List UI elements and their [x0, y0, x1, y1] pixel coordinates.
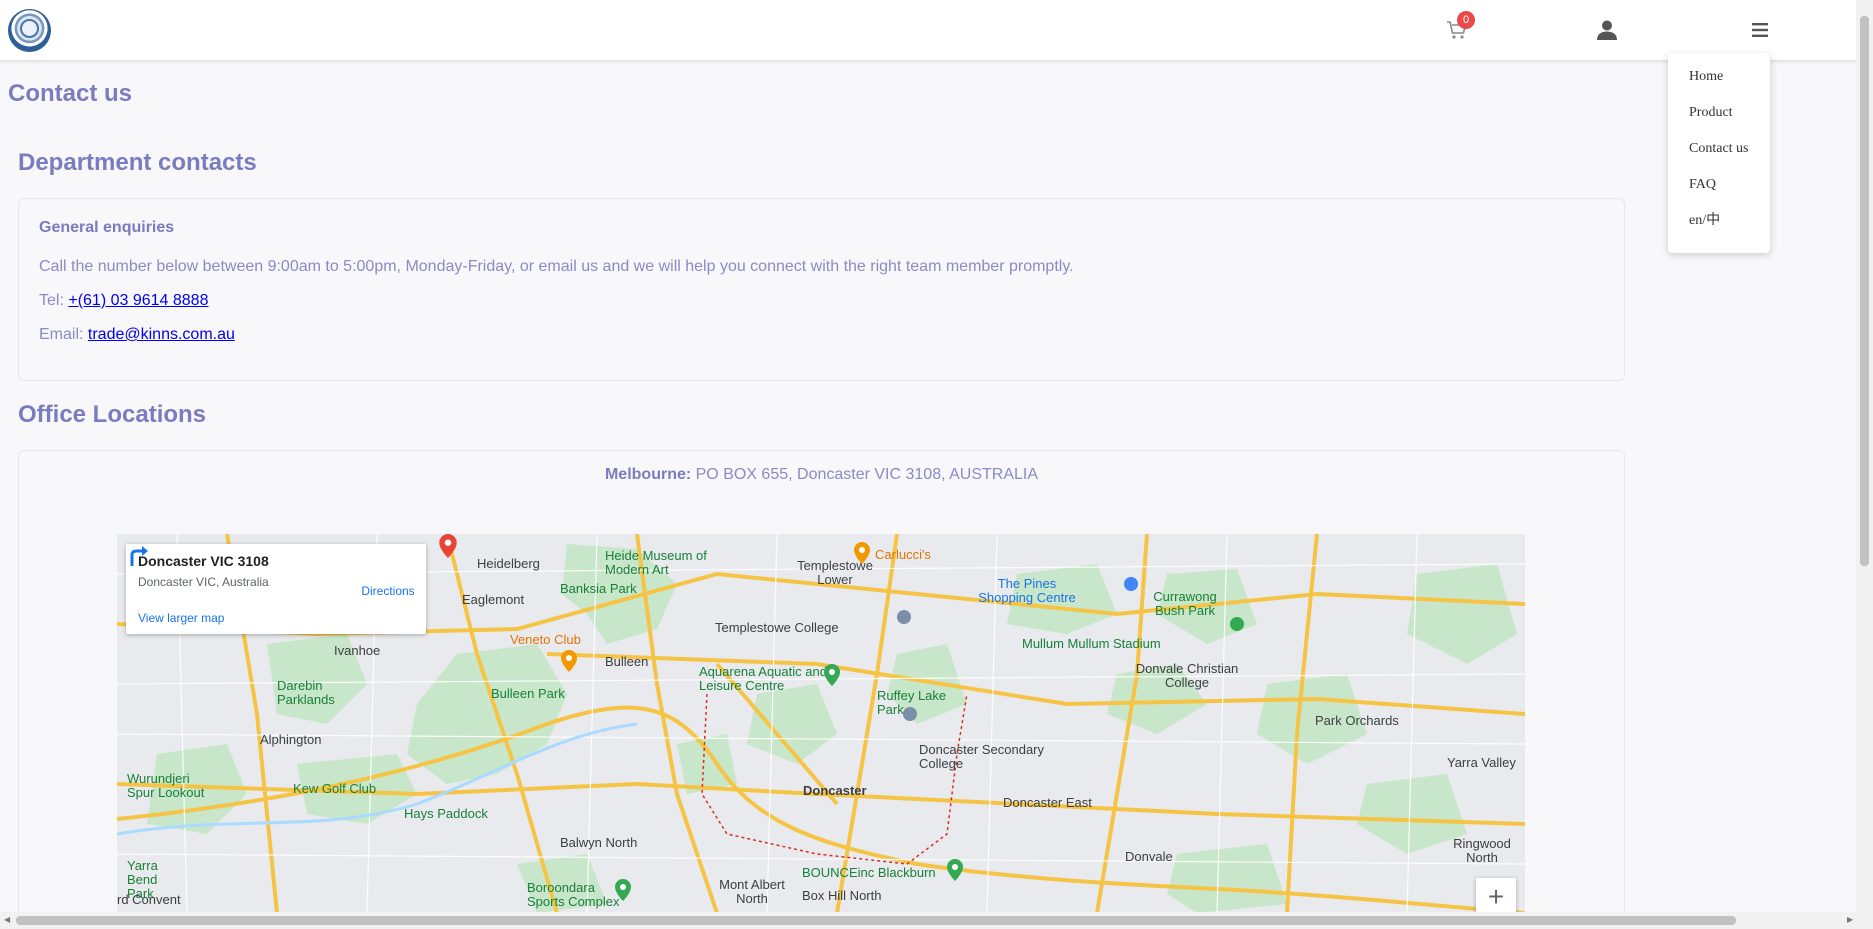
map-label-templestowe-college: Templestowe College — [715, 620, 839, 635]
map-label-donvale-christian: Donvale Christian College — [1135, 661, 1239, 690]
map-info-window: Doncaster VIC 3108 Doncaster VIC, Austra… — [126, 544, 426, 634]
map-zoom-in-button[interactable]: + — [1476, 878, 1516, 913]
map-label-hays-paddock: Hays Paddock — [404, 806, 488, 821]
map-label-bounce: BOUNCEinc Blackburn — [802, 865, 936, 880]
menu-item-faq[interactable]: FAQ — [1668, 177, 1770, 213]
map-label-balwyn-north: Balwyn North — [560, 835, 638, 850]
map-label-heidelberg: Heidelberg — [477, 556, 540, 571]
office-locations-title: Office Locations — [18, 401, 207, 428]
user-account-icon[interactable] — [1596, 19, 1618, 41]
map-label-veneto: Veneto Club — [510, 632, 581, 647]
menu-item-language[interactable]: en/中 — [1668, 213, 1770, 249]
map-label-wurundjeri: Wurundjeri Spur Lookout — [127, 771, 205, 800]
view-larger-map-link[interactable]: View larger map — [138, 611, 224, 625]
map-label-heide: Heide Museum of Modern Art — [605, 548, 707, 577]
map-label-darebin: Darebin Parklands — [277, 678, 335, 707]
nav-dropdown-menu: Home Product Contact us FAQ en/中 — [1668, 53, 1770, 253]
email-label: Email: — [39, 326, 88, 343]
map-label-box-hill-north: Box Hill North — [802, 888, 882, 903]
email-line: Email: trade@kinns.com.au — [39, 326, 235, 344]
email-link[interactable]: trade@kinns.com.au — [88, 326, 235, 343]
cart-count-badge: 0 — [1457, 11, 1475, 29]
directions-icon[interactable] — [126, 544, 150, 568]
map-label-doncaster-east: Doncaster East — [1003, 795, 1092, 810]
map-marker-shopping-icon[interactable] — [1123, 576, 1139, 592]
map-label-mont-albert: Mont Albert North — [719, 877, 785, 906]
map-pin-boroondara-icon[interactable] — [615, 879, 631, 901]
top-navbar: 0 — [0, 0, 1856, 60]
map-info-title: Doncaster VIC 3108 — [138, 553, 269, 569]
map-label-boroondara: Boroondara Sports Complex — [527, 880, 620, 909]
map-label-alphington: Alphington — [260, 732, 322, 747]
map-label-donvale: Donvale — [1125, 849, 1173, 864]
map-label-bulleen: Bulleen — [605, 654, 649, 669]
vertical-scrollbar-thumb[interactable] — [1860, 16, 1869, 566]
scroll-right-arrow-icon[interactable]: ▶ — [1847, 915, 1853, 924]
map-label-eaglemont: Eaglemont — [462, 592, 525, 607]
enquiries-description: Call the number below between 9:00am to … — [39, 258, 1074, 275]
office-address-text: PO BOX 655, Doncaster VIC 3108, AUSTRALI… — [691, 466, 1039, 483]
hamburger-menu-icon[interactable] — [1749, 20, 1771, 40]
map-marker-stadium-icon[interactable] — [1229, 616, 1245, 632]
map-label-convent: rd Convent — [117, 892, 181, 907]
map-label-kew-golf: Kew Golf Club — [293, 781, 377, 796]
telephone-link[interactable]: +(61) 03 9614 8888 — [68, 292, 208, 309]
map-pin-carluccis-icon[interactable] — [854, 542, 870, 564]
map-pin-aquarena-icon[interactable] — [824, 664, 840, 686]
menu-item-contact-us[interactable]: Contact us — [1668, 141, 1770, 177]
map-marker-school-icon[interactable] — [896, 609, 912, 625]
map-pin-veneto-icon[interactable] — [561, 650, 577, 672]
map-label-carluccis: Carlucci's — [875, 547, 931, 562]
menu-item-product[interactable]: Product — [1668, 105, 1770, 141]
telephone-line: Tel: +(61) 03 9614 8888 — [39, 292, 208, 310]
menu-item-home[interactable]: Home — [1668, 69, 1770, 105]
office-city: Melbourne: — [604, 466, 692, 483]
google-map[interactable]: Heidelberg Eaglemont Ivanhoe Darebin Par… — [117, 534, 1525, 913]
site-logo[interactable] — [8, 9, 51, 52]
map-label-currawong: Currawong Bush Park — [1153, 589, 1217, 618]
map-label-bulleen-park: Bulleen Park — [491, 686, 565, 701]
map-label-ivanhoe: Ivanhoe — [334, 643, 381, 658]
map-info-subtitle: Doncaster VIC, Australia — [138, 575, 269, 589]
telephone-label: Tel: — [39, 292, 69, 309]
map-label-doncaster: Doncaster — [803, 783, 867, 798]
map-label-banksia: Banksia Park — [560, 581, 637, 596]
general-enquiries-heading: General enquiries — [39, 219, 175, 236]
horizontal-scrollbar-thumb[interactable] — [16, 916, 1736, 925]
scroll-left-arrow-icon[interactable]: ◀ — [4, 915, 10, 924]
general-enquiries-card: General enquiries Call the number below … — [18, 198, 1625, 381]
map-pin-bounce-icon[interactable] — [947, 859, 963, 881]
directions-link[interactable]: Directions — [356, 584, 420, 598]
page-title: Contact us — [8, 80, 133, 107]
map-marker-ruffey-icon[interactable] — [902, 706, 918, 722]
map-label-aquarena: Aquarena Aquatic and Leisure Centre — [699, 664, 827, 693]
office-address: Melbourne: PO BOX 655, Doncaster VIC 310… — [19, 466, 1624, 484]
logo-emblem — [20, 19, 39, 38]
map-label-mullum: Mullum Mullum Stadium — [1022, 636, 1161, 651]
map-label-park-orchards: Park Orchards — [1315, 713, 1399, 728]
map-label-ringwood-north: Ringwood North — [1453, 836, 1511, 865]
map-label-yarra-valley: Yarra Valley — [1447, 755, 1516, 770]
map-label-doncaster-secondary: Doncaster Secondary College — [919, 742, 1045, 771]
department-contacts-title: Department contacts — [18, 149, 257, 176]
map-pin-hospital-icon[interactable] — [439, 534, 457, 558]
map-label-pines: The Pines Shopping Centre — [978, 576, 1076, 605]
